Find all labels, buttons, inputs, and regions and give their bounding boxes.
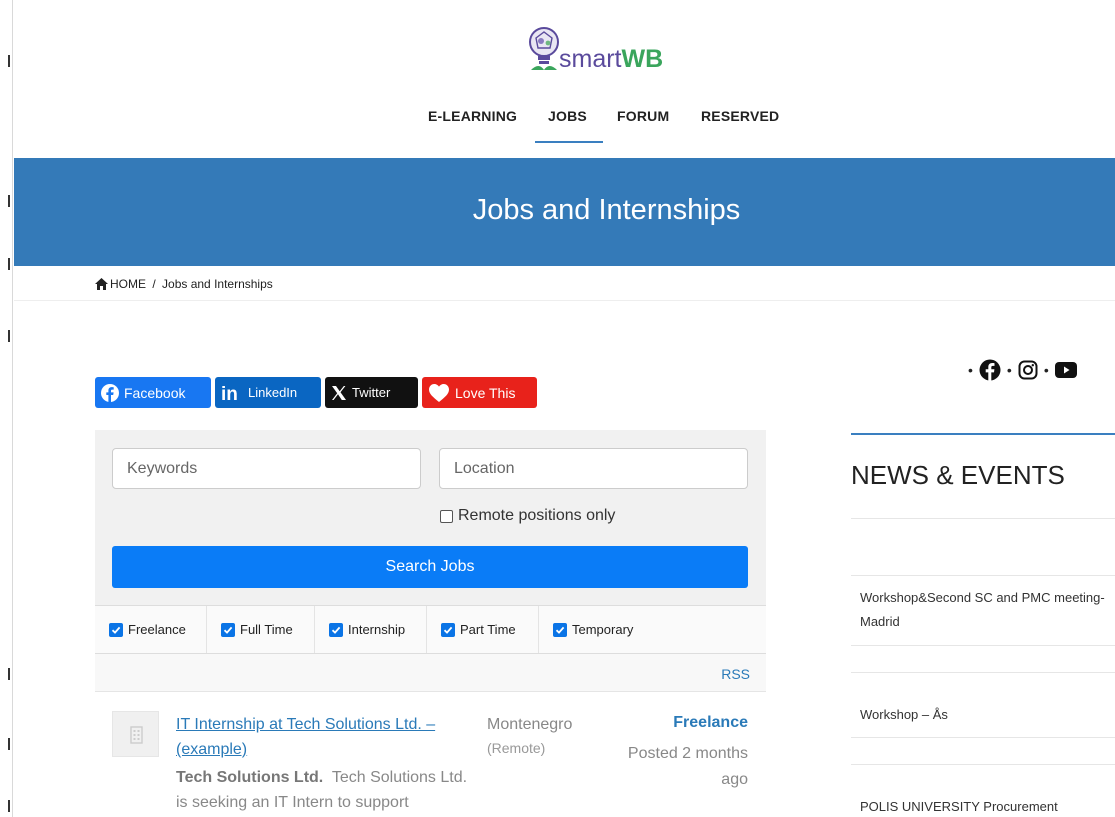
breadcrumb-separator: / — [152, 277, 156, 291]
job-type-filters: Freelance Full Time Internship Part Time… — [95, 605, 766, 654]
sidebar-news-item[interactable]: Workshop – Ås — [860, 703, 1110, 727]
job-location-note: (Remote) — [487, 740, 546, 756]
divider — [851, 764, 1115, 765]
love-this-button[interactable]: Love This — [422, 377, 537, 408]
checkbox-checked-icon[interactable] — [109, 622, 123, 637]
svg-text:in: in — [221, 384, 238, 402]
nav-item-jobs[interactable]: JOBS — [548, 108, 587, 124]
nav-item-e-learning[interactable]: E-LEARNING — [428, 108, 517, 124]
job-posted-date: Posted 2 months ago — [627, 745, 748, 788]
divider — [851, 737, 1115, 738]
page-title: Jobs and Internships — [472, 194, 741, 226]
filter-freelance[interactable]: Freelance — [95, 606, 207, 653]
building-icon — [130, 726, 143, 744]
filter-label: Temporary — [572, 622, 634, 637]
sidebar-top-rule — [851, 433, 1115, 435]
filter-part-time[interactable]: Part Time — [427, 606, 539, 653]
heart-icon — [429, 383, 449, 402]
job-company-description: Tech Solutions Ltd. Tech Solutions Ltd. … — [176, 765, 476, 815]
location-input[interactable]: Location — [439, 448, 748, 489]
nav-item-forum[interactable]: FORUM — [617, 108, 669, 124]
twitter-share-button[interactable]: Twitter — [325, 377, 418, 408]
filter-label: Full Time — [240, 622, 293, 637]
x-icon — [332, 385, 346, 400]
nav-active-indicator — [535, 141, 603, 143]
remote-only-checkbox[interactable]: Remote positions only — [440, 507, 615, 525]
linkedin-share-button[interactable]: in LinkedIn — [215, 377, 321, 408]
social-links: • • • — [968, 358, 1077, 382]
filter-internship[interactable]: Internship — [315, 606, 427, 653]
filter-full-time[interactable]: Full Time — [207, 606, 315, 653]
company-name: Tech Solutions Ltd. — [176, 769, 324, 786]
page-hero: Jobs and Internships — [14, 158, 1115, 266]
filter-label: Internship — [348, 622, 406, 637]
checkbox-checked-icon[interactable] — [553, 622, 567, 637]
instagram-icon[interactable] — [1018, 360, 1038, 380]
remote-only-label: Remote positions only — [458, 507, 616, 524]
home-icon[interactable] — [95, 278, 108, 293]
checkbox-checked-icon[interactable] — [221, 622, 235, 637]
linkedin-icon: in — [221, 384, 238, 402]
linkedin-share-label: LinkedIn — [248, 385, 298, 400]
sidebar-heading: NEWS & EVENTS — [851, 460, 1065, 490]
brand-name: smartWB — [559, 45, 664, 73]
facebook-share-label: Facebook — [124, 384, 186, 401]
company-logo-placeholder — [112, 711, 159, 757]
sidebar-news-item[interactable]: POLIS UNIVERSITY Procurement — [860, 795, 1110, 817]
filter-temporary[interactable]: Temporary — [539, 606, 766, 653]
twitter-share-label: Twitter — [352, 385, 391, 400]
main-nav: E-LEARNING JOBS FORUM RESERVED — [0, 108, 1115, 144]
filter-label: Freelance — [128, 622, 186, 637]
love-this-label: Love This — [455, 384, 516, 401]
divider — [851, 645, 1115, 646]
divider — [851, 672, 1115, 673]
breadcrumb: HOME / Jobs and Internships — [95, 277, 273, 293]
job-location: Montenegro — [487, 716, 573, 733]
facebook-icon[interactable] — [979, 359, 1001, 381]
breadcrumb-current: Jobs and Internships — [162, 277, 273, 291]
breadcrumb-home[interactable]: HOME — [110, 277, 146, 291]
divider — [851, 575, 1115, 576]
checkbox-checked-icon[interactable] — [441, 622, 455, 637]
keywords-input[interactable]: Keywords — [112, 448, 421, 489]
nav-item-reserved[interactable]: RESERVED — [701, 108, 779, 124]
divider — [14, 300, 1115, 301]
divider — [851, 518, 1115, 519]
lightbulb-logo-icon — [529, 27, 559, 70]
job-title-link[interactable]: IT Internship at Tech Solutions Ltd. – (… — [176, 712, 476, 762]
site-logo[interactable]: smartWB — [527, 24, 687, 80]
rss-bar: RSS — [95, 654, 766, 692]
checkbox-checked-icon[interactable] — [329, 622, 343, 637]
search-jobs-button[interactable]: Search Jobs — [112, 546, 748, 588]
youtube-icon[interactable] — [1054, 362, 1077, 378]
rss-link[interactable]: RSS — [721, 666, 750, 682]
job-type-badge: Freelance — [673, 714, 748, 731]
checkbox-unchecked-icon[interactable] — [440, 509, 453, 523]
facebook-icon — [101, 383, 119, 402]
facebook-share-button[interactable]: Facebook — [95, 377, 211, 408]
filter-label: Part Time — [460, 622, 516, 637]
sidebar-news-item[interactable]: Workshop&Second SC and PMC meeting-Madri… — [860, 586, 1110, 634]
